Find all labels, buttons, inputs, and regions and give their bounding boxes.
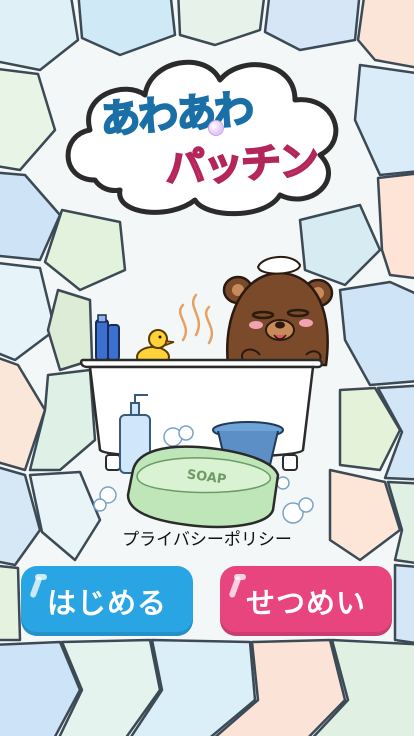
instructions-button[interactable]: せつめい bbox=[220, 566, 392, 636]
button-shine bbox=[29, 575, 43, 599]
bear-character bbox=[222, 256, 334, 367]
steam-icon bbox=[178, 293, 214, 345]
logo-title-line2: パッチン bbox=[163, 137, 319, 193]
soap-bar-icon bbox=[126, 445, 280, 529]
instructions-button-label: せつめい bbox=[245, 586, 366, 620]
shampoo-bottles bbox=[95, 314, 120, 361]
start-button-label: はじめる bbox=[46, 586, 167, 620]
button-shine bbox=[228, 575, 242, 599]
privacy-policy-link[interactable]: プライバシーポリシー bbox=[0, 525, 414, 550]
start-button[interactable]: はじめる bbox=[21, 566, 193, 636]
bear-bath-illustration: SOAP bbox=[79, 256, 334, 529]
